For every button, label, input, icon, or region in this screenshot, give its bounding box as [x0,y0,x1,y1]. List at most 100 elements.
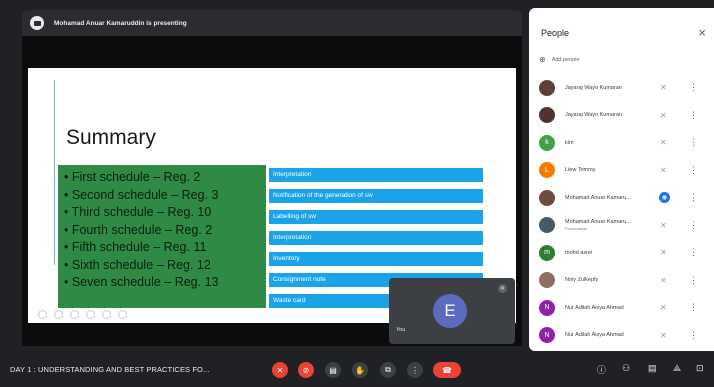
more-vert-icon[interactable]: ⋮ [689,165,698,176]
participant-name-text: Jayaraj Wayo Kumaran [565,84,622,91]
participant-name: Jayaraj Wayo Kumaran [565,112,653,118]
participant-name: mohd asrei [565,250,653,256]
description-item: Notification of the generation of sw [269,189,483,203]
description-item: Interpretation [269,168,483,182]
meeting-title: DAY 1 : UNDERSTANDING AND BEST PRACTICES… [10,365,210,374]
more-vert-icon[interactable]: ⋮ [689,220,698,231]
slide-controls [38,310,127,319]
participant-name: Jayaraj Wayo Kumaran [565,85,653,91]
pen-tool-icon[interactable] [70,310,79,319]
slide-menu-icon[interactable] [102,310,111,319]
mic-off-icon[interactable]: ✕ [660,303,667,312]
participant-name: Noly Zulkepfy [565,277,653,283]
participant-name-text: mohd asrei [565,249,593,256]
participant-row[interactable]: k kim ✕ ⋮ [529,129,714,157]
participant-row[interactable]: N Nur Adilah Aisya Ahmad ✕ ⋮ [529,294,714,322]
schedule-item: • Fourth schedule – Reg. 2 [64,222,213,237]
participant-name-text: Nur Adilah Aisya Ahmad [565,304,624,311]
avatar [539,189,555,206]
mic-off-icon[interactable]: ✕ [660,166,667,175]
present-button[interactable]: ⧉ [380,362,396,378]
chat-icon[interactable]: ▤ [648,363,657,374]
schedule-item: • Second schedule – Reg. 3 [64,187,219,202]
add-people-button[interactable]: ⊕ Add people [539,55,580,64]
avatar: N [539,299,555,316]
mic-off-icon[interactable]: ✕ [660,111,667,120]
avatar: E [433,294,467,328]
avatar: k [539,134,555,151]
speaking-icon[interactable]: ◉ [659,192,670,204]
more-vert-icon[interactable]: ⋮ [689,302,698,313]
mic-off-icon[interactable]: ✕ [660,83,667,92]
participant-name-text: Noly Zulkepfy [565,277,599,284]
avatar [539,107,555,124]
presenting-banner: Mohamad Anuar Kamaruddin is presenting [22,10,522,36]
mic-off-icon[interactable]: ✕ [660,276,667,285]
participant-name: Mohamad Anuar Kamaru... [565,195,653,201]
more-options-button[interactable]: ⋮ [407,362,423,378]
people-icon[interactable]: ⚇ [622,363,630,374]
mic-off-icon[interactable]: ✕ [660,248,667,257]
participant-row[interactable]: Mohamad Anuar Kamaru... Presentation ✕ ⋮ [529,212,714,240]
mic-off-icon[interactable]: ✕ [660,331,667,340]
slide-share-icon[interactable] [118,310,127,319]
mic-off-icon[interactable]: ✕ [660,138,667,147]
more-vert-icon[interactable]: ⋮ [689,247,698,258]
avatar [539,217,555,234]
close-icon[interactable]: × [698,25,706,40]
raise-hand-button[interactable]: ✋ [352,362,368,378]
participant-row[interactable]: Noly Zulkepfy ✕ ⋮ [529,267,714,295]
participant-name-text: Jayaraj Wayo Kumaran [565,112,622,119]
captions-button[interactable]: ▤ [325,362,341,378]
more-vert-icon[interactable]: ⋮ [689,275,698,286]
participant-row[interactable]: Jayaraj Wayo Kumaran ✕ ⋮ [529,102,714,130]
description-item: Labelling of sw [269,210,483,224]
activities-icon[interactable]: ⟁ [673,363,681,374]
more-vert-icon[interactable]: ⋮ [689,330,698,341]
participant-name: Nur Adilah Aisya Ahmad [565,305,653,311]
participant-row[interactable]: L Liew Tommy ✕ ⋮ [529,157,714,185]
avatar: m [539,244,555,261]
description-item: Interpretation [269,231,483,245]
slide-next-icon[interactable] [54,310,63,319]
more-vert-icon[interactable]: ⋮ [689,137,698,148]
panel-title: People [541,28,570,38]
participant-row[interactable]: Mohamad Anuar Kamaru... ◉ ⋮ [529,184,714,212]
participant-name-text: Mohamad Anuar Kamaru... [565,194,631,201]
slide-prev-icon[interactable] [38,310,47,319]
slide-title: Summary [66,126,156,149]
mic-toggle-button[interactable]: ✕ [272,362,288,378]
schedule-item: • Seven schedule – Reg. 13 [64,275,219,289]
participant-name: Mohamad Anuar Kamaru... Presentation [565,219,653,231]
more-vert-icon[interactable]: ⋮ [689,110,698,121]
participant-name: Nur Adilah Aisya Ahmad [565,332,653,338]
participant-name-text: kim [565,139,574,146]
participant-row[interactable]: N Nur Adilah Aisya Ahmad ✕ ⋮ [529,322,714,350]
bottom-toolbar: DAY 1 : UNDERSTANDING AND BEST PRACTICES… [0,352,714,387]
participant-name-text: Mohamad Anuar Kamaru... [565,219,631,226]
mic-off-icon: ✕ [498,284,507,293]
leave-call-button[interactable]: ☎ [433,362,461,378]
schedule-item: • Sixth schedule – Reg. 12 [64,257,211,272]
more-vert-icon[interactable]: ⋮ [689,192,698,203]
self-view-tile[interactable]: ✕ E You [389,278,515,344]
participant-name: Liew Tommy [565,167,653,173]
avatar [539,79,555,96]
participant-row[interactable]: Jayaraj Wayo Kumaran ✕ ⋮ [529,74,714,102]
camera-toggle-button[interactable]: ⊘ [298,362,314,378]
mic-off-icon[interactable]: ✕ [660,221,667,230]
participant-row[interactable]: m mohd asrei ✕ ⋮ [529,239,714,267]
presentation-icon [30,16,44,30]
avatar: N [539,327,555,344]
participant-subtitle: Presentation [565,226,588,232]
slide-accent-line [54,80,55,265]
avatar [539,272,555,289]
lock-icon[interactable]: ⊡ [696,363,704,374]
more-vert-icon[interactable]: ⋮ [689,82,698,93]
info-icon[interactable]: ⓘ [597,363,606,376]
participant-name: kim [565,140,653,146]
add-person-icon: ⊕ [539,55,546,64]
zoom-icon[interactable] [86,310,95,319]
presenting-text: Mohamad Anuar Kamaruddin is presenting [54,19,187,27]
schedule-item: • Third schedule – Reg. 10 [64,205,212,219]
